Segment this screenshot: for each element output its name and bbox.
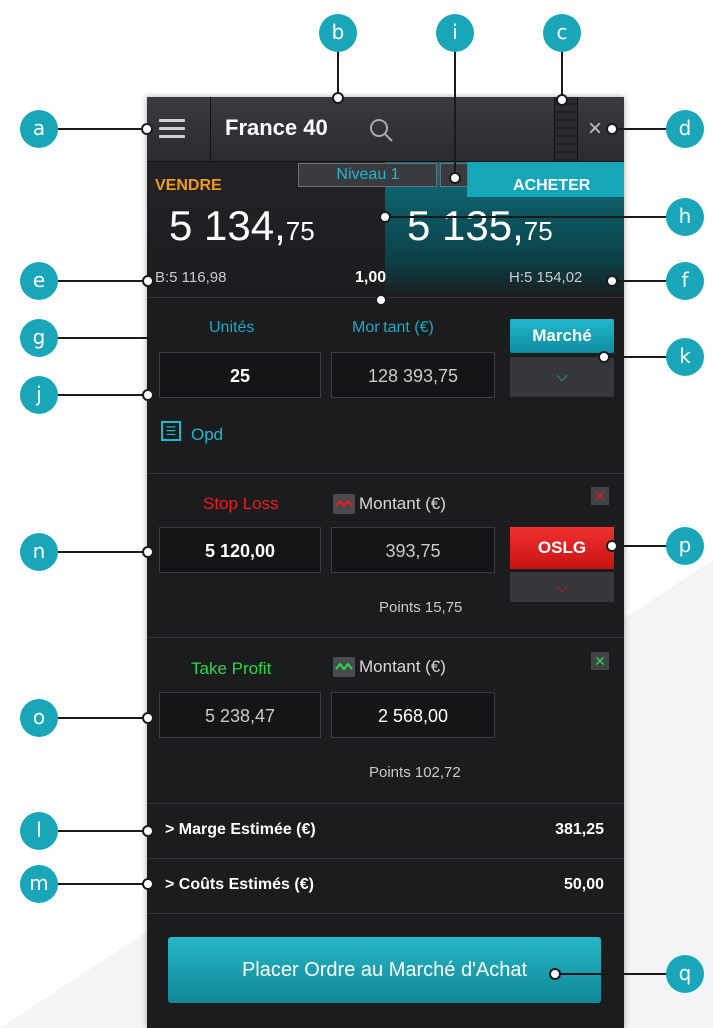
- callout-badge: o: [20, 699, 58, 737]
- limit-points: Points 102,72: [369, 764, 461, 781]
- buy-price-decimals: 75: [523, 216, 553, 246]
- callout-badge: p: [666, 527, 704, 565]
- divider: [147, 913, 624, 914]
- callout-badge: c: [543, 14, 581, 52]
- place-order-button[interactable]: Placer Ordre au Marché d'Achat: [168, 937, 601, 1003]
- stop-loss-label: Stop Loss: [203, 494, 279, 513]
- stop-amount-label: Montant (€): [359, 494, 446, 513]
- stop-level-input[interactable]: 5 120,00: [159, 527, 321, 573]
- estimated-costs-row[interactable]: > Coûts Estimés (€) 50,00: [147, 859, 624, 913]
- menu-icon[interactable]: [159, 119, 185, 139]
- profit-amount-label: Montant (€): [359, 657, 446, 676]
- limit-level-input[interactable]: 5 238,47: [159, 692, 321, 738]
- estimated-costs-label[interactable]: > Coûts Estimés (€): [165, 876, 314, 894]
- checkbox-icon[interactable]: ☰: [161, 421, 181, 441]
- sell-label: VENDRE: [155, 177, 222, 194]
- chevron-down-icon[interactable]: ⌵: [510, 357, 614, 397]
- callout-badge: k: [666, 338, 704, 376]
- estimated-margin-row[interactable]: > Marge Estimée (€) 381,25: [147, 804, 624, 858]
- estimated-margin-value: 381,25: [555, 821, 604, 838]
- estimated-costs-value: 50,00: [563, 876, 604, 893]
- divider: [147, 473, 624, 474]
- divider: [147, 297, 624, 298]
- limit-amount-input[interactable]: 2 568,00: [331, 692, 495, 738]
- sell-price-main: 5 134,: [169, 202, 286, 249]
- price-level-value: Niveau 1: [336, 166, 400, 183]
- detach-handle[interactable]: [554, 97, 578, 161]
- callout-badge: m: [20, 865, 58, 903]
- amount-input[interactable]: 128 393,75: [331, 352, 495, 398]
- callout-badge: n: [20, 533, 58, 571]
- callout-badge: j: [20, 376, 58, 414]
- chevron-right-icon: >: [165, 876, 175, 893]
- opd-label[interactable]: Opd: [191, 425, 223, 445]
- stop-points: Points 15,75: [379, 599, 463, 616]
- buy-price-main: 5 135,: [407, 202, 524, 249]
- order-type-button[interactable]: Marché: [510, 319, 614, 353]
- buy-label: ACHETER: [513, 177, 591, 194]
- sell-price[interactable]: 5 134,75: [169, 202, 315, 250]
- toggle-mode-icon[interactable]: [333, 657, 355, 677]
- callout-badge: b: [319, 14, 357, 52]
- callout-badge: a: [20, 110, 58, 148]
- divider: [147, 637, 624, 638]
- callout-badge: h: [666, 198, 704, 236]
- daily-low: B:5 116,98: [155, 269, 227, 286]
- price-level-select[interactable]: Niveau 1: [298, 163, 437, 187]
- market-name[interactable]: France 40: [225, 115, 328, 141]
- estimated-margin-text: Marge Estimée (€): [178, 821, 316, 838]
- close-icon[interactable]: ×: [588, 115, 602, 143]
- ticket-header: France 40 ×: [147, 97, 624, 162]
- chevron-down-icon[interactable]: ⌵: [510, 572, 614, 602]
- callout-badge: l: [20, 812, 58, 850]
- units-input[interactable]: 25: [159, 352, 321, 398]
- callout-badge: g: [20, 319, 58, 357]
- spread-value: 1,00: [355, 269, 387, 286]
- deal-ticket-panel: France 40 × Niveau 1 ⌵ VENDRE ACHETER 5 …: [147, 97, 624, 1028]
- buy-price[interactable]: 5 135,75: [407, 202, 553, 250]
- estimated-costs-text: Coûts Estimés (€): [178, 876, 314, 893]
- callout-badge: e: [20, 262, 58, 300]
- amount-label: Montant (€): [352, 319, 434, 336]
- sell-price-decimals: 75: [285, 216, 315, 246]
- remove-stop-icon[interactable]: ✕: [591, 487, 609, 505]
- stop-type-button[interactable]: OSLG: [510, 527, 614, 569]
- chevron-down-icon[interactable]: ⌵: [440, 163, 468, 187]
- daily-high: H:5 154,02: [509, 269, 583, 286]
- stop-amount-input[interactable]: 393,75: [331, 527, 495, 573]
- callout-badge: i: [436, 14, 474, 52]
- estimated-margin-label[interactable]: > Marge Estimée (€): [165, 821, 316, 839]
- header-divider: [210, 97, 211, 161]
- callout-badge: q: [666, 955, 704, 993]
- callout-badge: d: [666, 110, 704, 148]
- chevron-right-icon: >: [165, 821, 175, 838]
- callout-badge: f: [666, 262, 704, 300]
- take-profit-label: Take Profit: [191, 659, 272, 678]
- toggle-mode-icon[interactable]: [333, 494, 355, 514]
- units-label: Unités: [209, 319, 255, 336]
- remove-limit-icon[interactable]: ✕: [591, 652, 609, 670]
- search-icon[interactable]: [368, 117, 394, 143]
